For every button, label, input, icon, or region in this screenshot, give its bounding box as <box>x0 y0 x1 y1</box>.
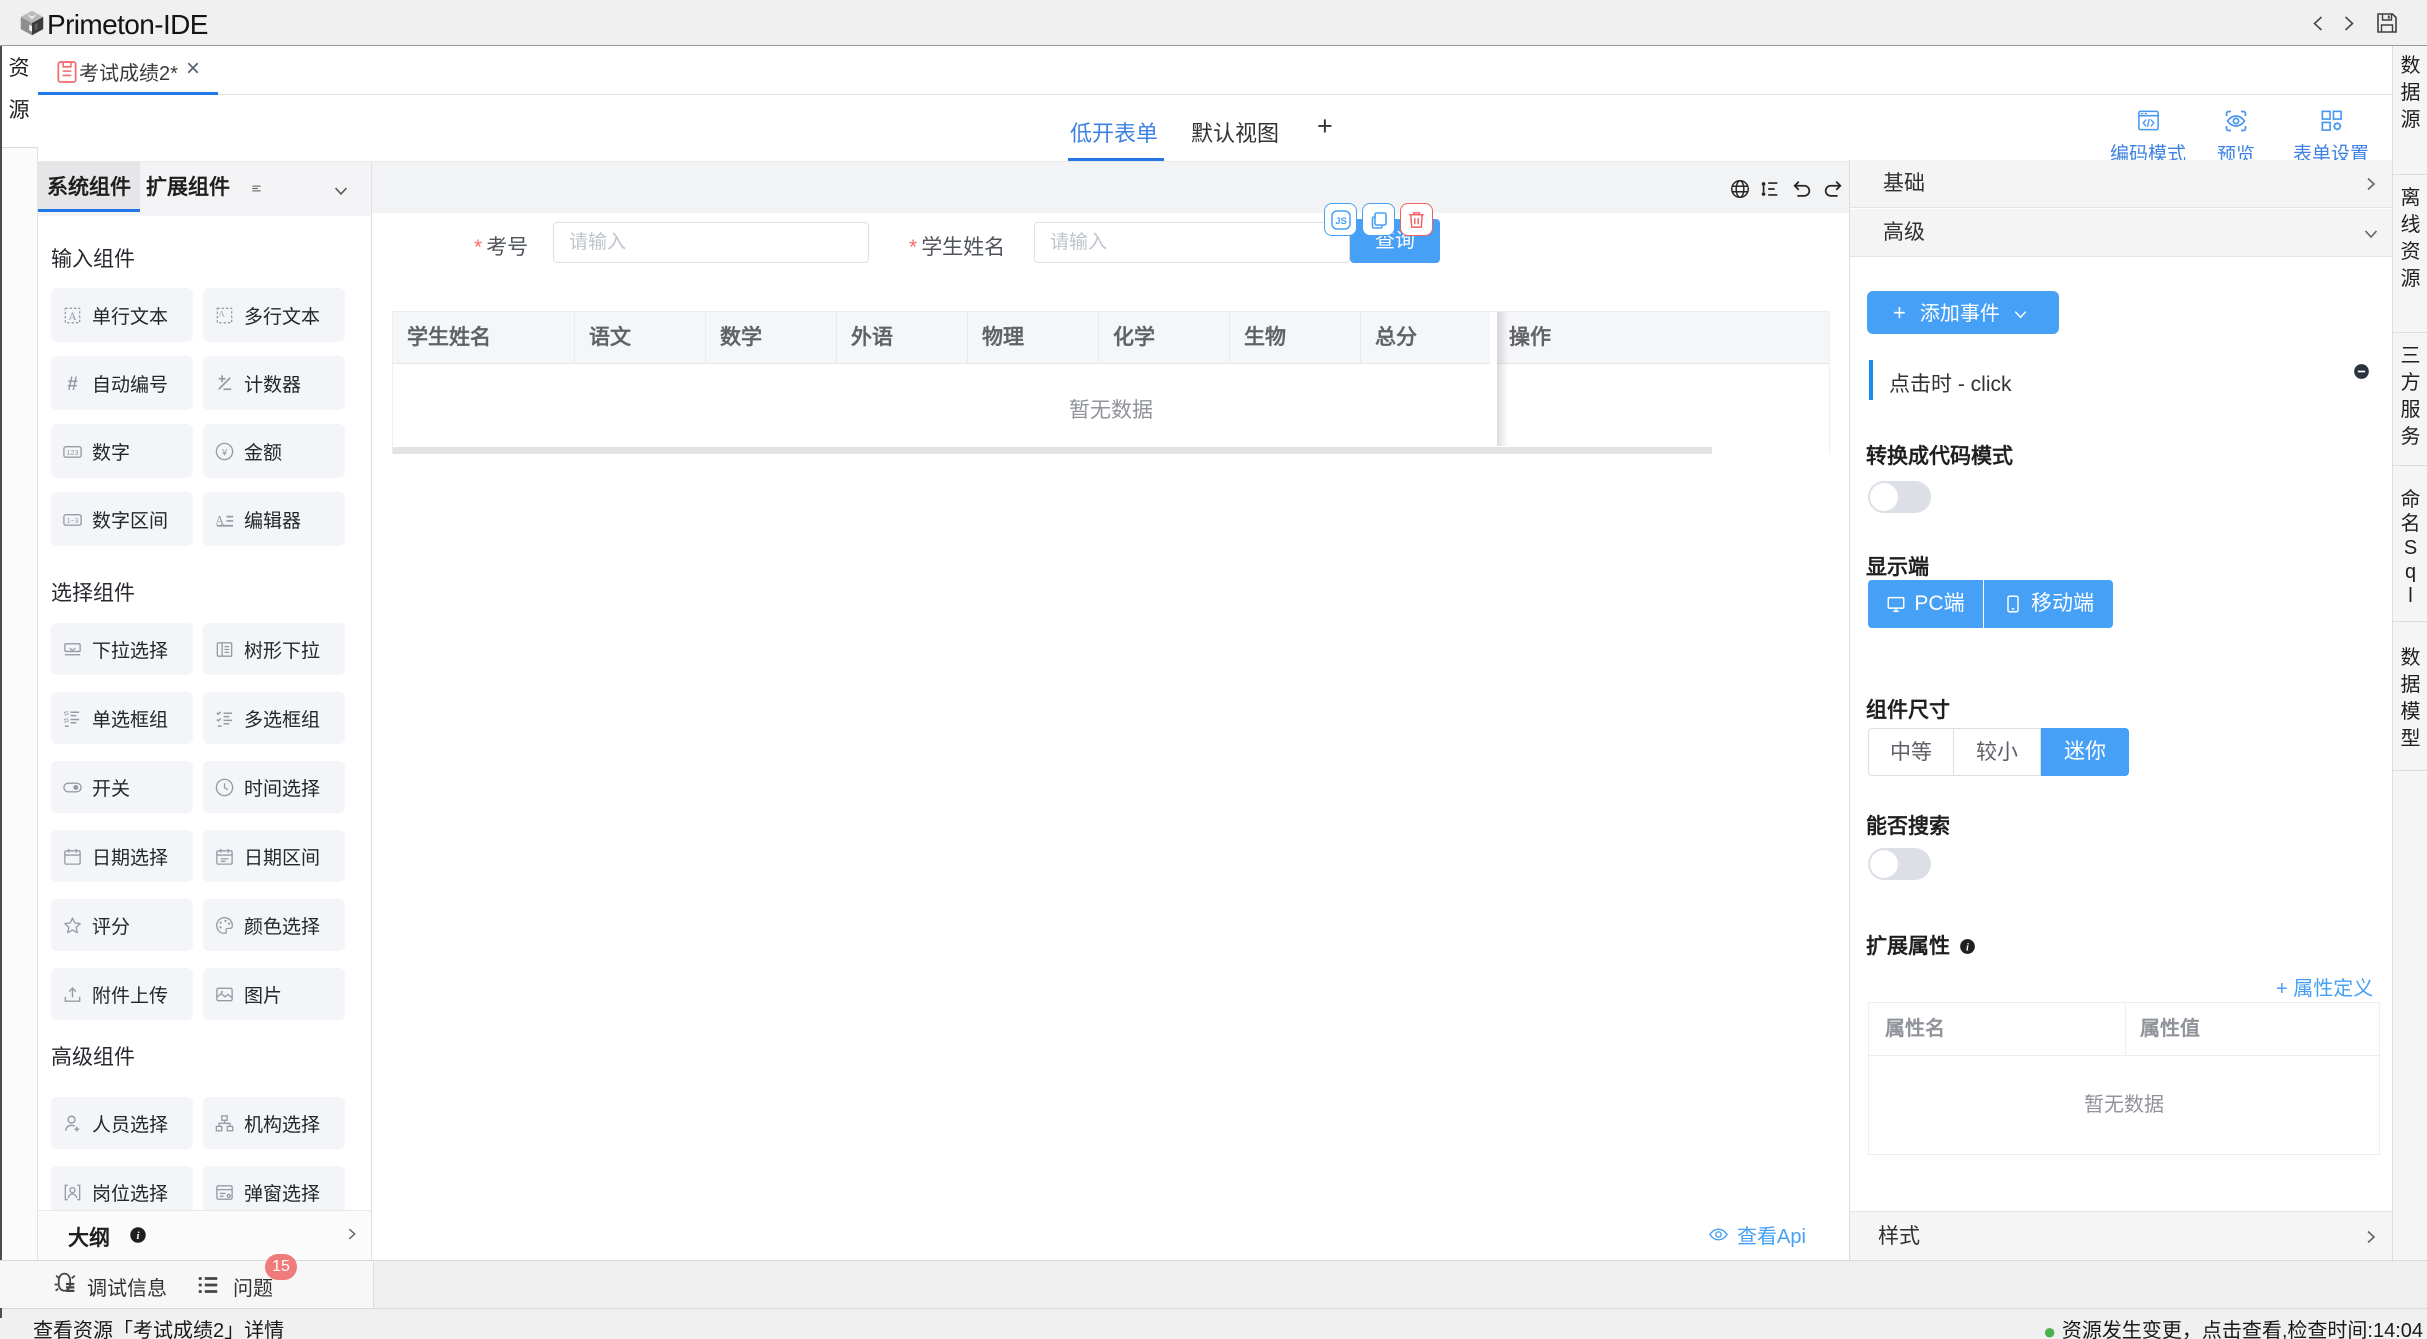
svg-text:JS: JS <box>1335 216 1347 227</box>
